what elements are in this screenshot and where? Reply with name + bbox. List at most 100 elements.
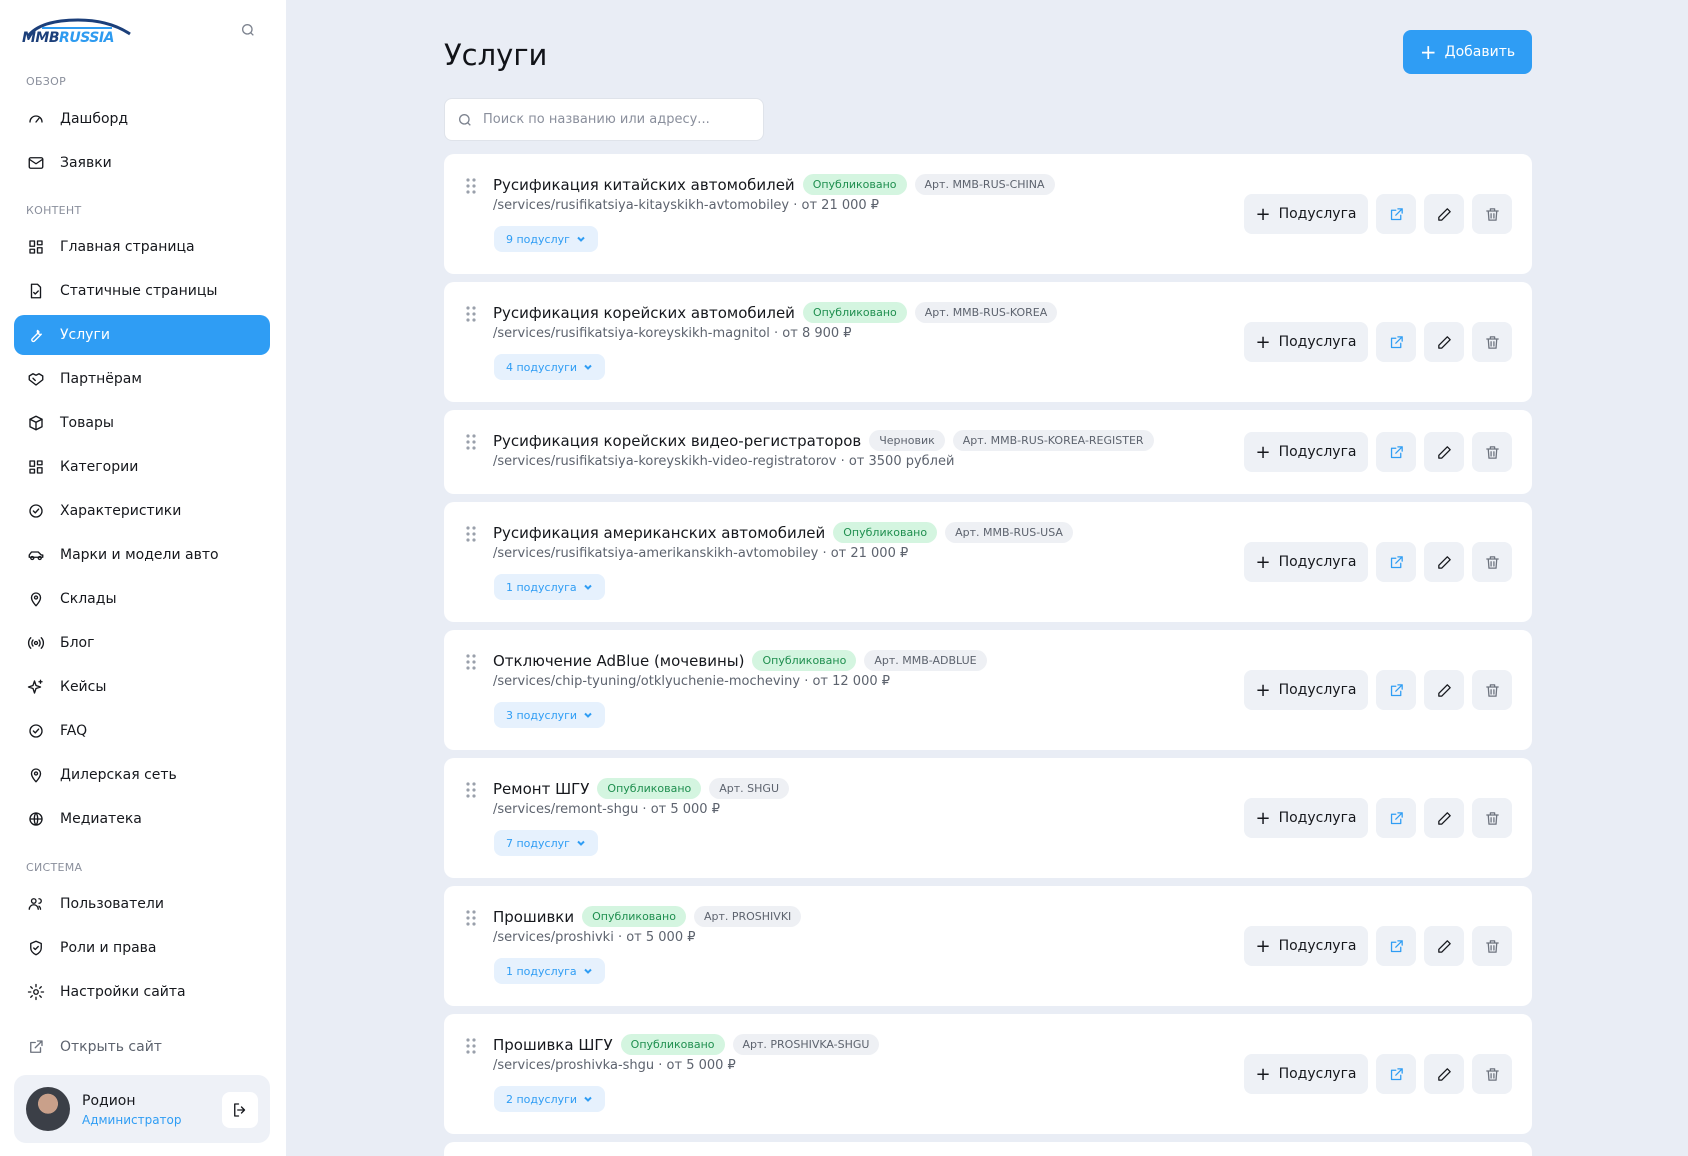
service-title[interactable]: Русификация корейских автомобилей: [493, 304, 795, 322]
avatar[interactable]: [26, 1087, 70, 1131]
delete-button[interactable]: [1472, 194, 1512, 234]
drag-handle-icon[interactable]: [466, 1038, 476, 1054]
add-subservice-label: Подуслуга: [1278, 554, 1357, 570]
chevron-down-icon: [577, 236, 585, 242]
edit-button[interactable]: [1424, 432, 1464, 472]
map-pin-icon: [26, 589, 46, 609]
sidebar-item-users[interactable]: Пользователи: [14, 884, 270, 924]
edit-button[interactable]: [1424, 926, 1464, 966]
add-subservice-button[interactable]: + Подуслуга: [1244, 432, 1368, 472]
open-link-button[interactable]: [1376, 1054, 1416, 1094]
edit-button[interactable]: [1424, 798, 1464, 838]
drag-handle-icon[interactable]: [466, 178, 476, 194]
sidebar-item-faq[interactable]: FAQ: [14, 711, 270, 751]
edit-button[interactable]: [1424, 670, 1464, 710]
delete-button[interactable]: [1472, 542, 1512, 582]
add-button[interactable]: + Добавить: [1403, 30, 1532, 74]
drag-handle-icon[interactable]: [466, 306, 476, 322]
sidebar-item-dealer-network[interactable]: Дилерская сеть: [14, 755, 270, 795]
delete-button[interactable]: [1472, 322, 1512, 362]
delete-button[interactable]: [1472, 670, 1512, 710]
delete-button[interactable]: [1472, 432, 1512, 472]
add-subservice-button[interactable]: + Подуслуга: [1244, 542, 1368, 582]
box-icon: [26, 413, 46, 433]
service-title[interactable]: Русификация корейских видео-регистраторо…: [493, 432, 861, 450]
delete-button[interactable]: [1472, 1054, 1512, 1094]
add-subservice-button[interactable]: + Подуслуга: [1244, 1054, 1368, 1094]
open-link-button[interactable]: [1376, 926, 1416, 966]
pencil-icon: [1437, 207, 1451, 221]
edit-button[interactable]: [1424, 194, 1464, 234]
service-title[interactable]: Прошивки: [493, 908, 574, 926]
sidebar-item-dashboard[interactable]: Дашборд: [14, 99, 270, 139]
user-card: Родион Администратор: [14, 1075, 270, 1143]
subservices-toggle[interactable]: 2 подуслуги: [494, 1086, 606, 1112]
add-subservice-button[interactable]: + Подуслуга: [1244, 798, 1368, 838]
search-field[interactable]: [444, 98, 764, 141]
search-input[interactable]: [483, 112, 753, 127]
sidebar-item-home-page[interactable]: Главная страница: [14, 227, 270, 267]
subservices-toggle[interactable]: 7 подуслуг: [494, 830, 598, 856]
drag-handle-icon[interactable]: [466, 782, 476, 798]
sidebar-item-categories[interactable]: Категории: [14, 447, 270, 487]
logout-button[interactable]: [222, 1092, 258, 1128]
sidebar-item-media-library[interactable]: Медиатека: [14, 799, 270, 839]
sidebar-item-requests[interactable]: Заявки: [14, 143, 270, 183]
sidebar-item-car-brands[interactable]: Марки и модели авто: [14, 535, 270, 575]
search-icon[interactable]: [240, 22, 262, 44]
add-subservice-button[interactable]: + Подуслуга: [1244, 194, 1368, 234]
drag-handle-icon[interactable]: [466, 654, 476, 670]
drag-handle-icon[interactable]: [466, 434, 476, 450]
service-title[interactable]: Русификация китайских автомобилей: [493, 176, 795, 194]
sidebar-item-cases[interactable]: Кейсы: [14, 667, 270, 707]
sidebar-item-partners[interactable]: Партнёрам: [14, 359, 270, 399]
subservices-toggle[interactable]: 1 подуслуга: [494, 958, 605, 984]
drag-handle-icon[interactable]: [466, 910, 476, 926]
sku-badge: Арт. MMB-RUS-KOREA: [914, 302, 1058, 323]
service-title[interactable]: Ремонт ШГУ: [493, 780, 589, 798]
trash-icon: [1485, 811, 1499, 825]
open-link-button[interactable]: [1376, 670, 1416, 710]
sidebar-item-blog[interactable]: Блог: [14, 623, 270, 663]
subservices-toggle[interactable]: 3 подуслуги: [494, 702, 606, 728]
open-link-button[interactable]: [1376, 194, 1416, 234]
sidebar-item-characteristics[interactable]: Характеристики: [14, 491, 270, 531]
service-card: Прошивки Опубликовано Арт. PROSHIVKI /se…: [444, 886, 1532, 1006]
chevron-down-icon: [583, 584, 592, 590]
chevron-down-icon: [583, 968, 592, 974]
subservices-toggle[interactable]: 9 подуслуг: [494, 226, 598, 252]
open-link-button[interactable]: [1376, 542, 1416, 582]
sidebar-item-services[interactable]: Услуги: [14, 315, 270, 355]
open-link-button[interactable]: [1376, 322, 1416, 362]
sidebar-item-products[interactable]: Товары: [14, 403, 270, 443]
plus-icon: +: [1255, 203, 1271, 225]
add-subservice-button[interactable]: + Подуслуга: [1244, 670, 1368, 710]
edit-button[interactable]: [1424, 322, 1464, 362]
add-subservice-label: Подуслуга: [1278, 810, 1357, 826]
edit-button[interactable]: [1424, 1054, 1464, 1094]
open-link-button[interactable]: [1376, 432, 1416, 472]
sidebar-item-roles[interactable]: Роли и права: [14, 928, 270, 968]
sidebar-item-open-site[interactable]: Открыть сайт: [14, 1027, 270, 1067]
sidebar-item-site-settings[interactable]: Настройки сайта: [14, 972, 270, 1012]
service-title[interactable]: Русификация американских автомобилей: [493, 524, 825, 542]
drag-handle-icon[interactable]: [466, 526, 476, 542]
logo[interactable]: MMBRUSSIA: [22, 16, 134, 50]
service-path: /services/rusifikatsiya-amerikanskikh-av…: [493, 546, 909, 561]
sku-badge: Арт. PROSHIVKA-SHGU: [732, 1034, 880, 1055]
subservices-toggle[interactable]: 4 подуслуги: [494, 354, 606, 380]
logo-text: MMBRUSSIA: [22, 30, 114, 46]
sku-badge: Арт. SHGU: [709, 778, 790, 799]
subservices-toggle[interactable]: 1 подуслуга: [494, 574, 605, 600]
add-subservice-button[interactable]: + Подуслуга: [1244, 926, 1368, 966]
sidebar-item-static-pages[interactable]: Статичные страницы: [14, 271, 270, 311]
sidebar-item-warehouses[interactable]: Склады: [14, 579, 270, 619]
edit-button[interactable]: [1424, 542, 1464, 582]
service-title[interactable]: Прошивка ШГУ: [493, 1036, 613, 1054]
service-title[interactable]: Отключение AdBlue (мочевины): [493, 652, 744, 670]
delete-button[interactable]: [1472, 926, 1512, 966]
open-link-button[interactable]: [1376, 798, 1416, 838]
add-subservice-label: Подуслуга: [1278, 444, 1357, 460]
add-subservice-button[interactable]: + Подуслуга: [1244, 322, 1368, 362]
delete-button[interactable]: [1472, 798, 1512, 838]
